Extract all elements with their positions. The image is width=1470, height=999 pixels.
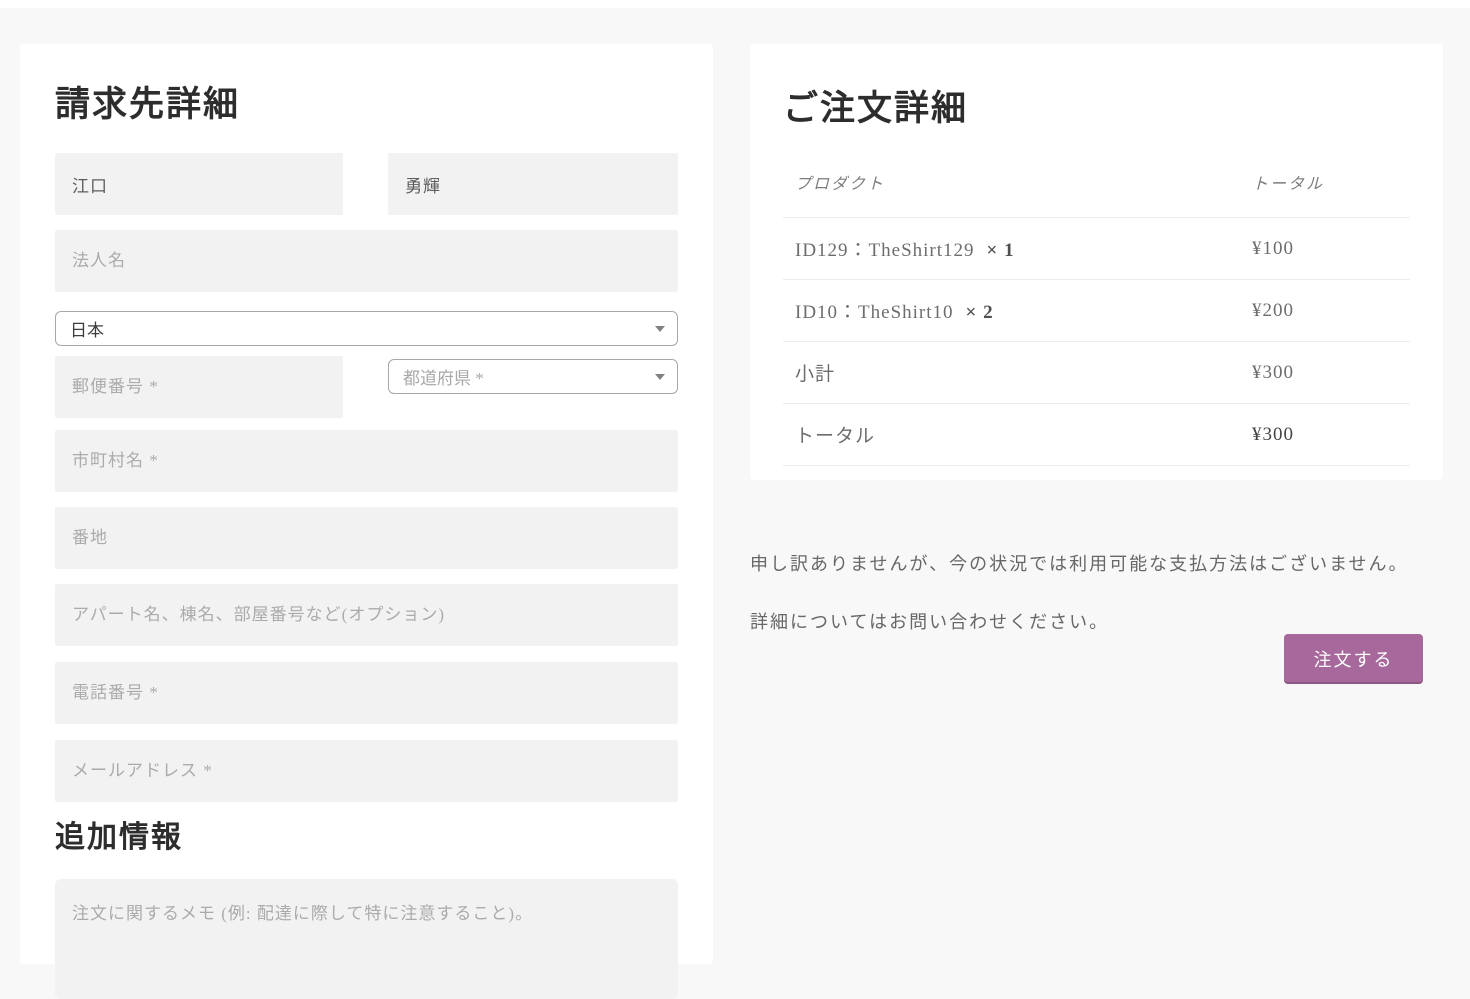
product-quantity: × 1: [987, 240, 1015, 261]
order-item-total: ¥200: [1240, 280, 1410, 342]
notice-line: 申し訳ありませんが、今の状況では利用可能な支払方法はございません。: [750, 535, 1450, 593]
subtotal-row: 小計 ¥300: [783, 342, 1410, 404]
postcode-field[interactable]: [55, 356, 343, 418]
order-item-name: ID129：TheShirt129 × 1: [783, 218, 1240, 280]
name-row: [55, 153, 678, 230]
order-table-header-row: プロダクト トータル: [783, 160, 1410, 218]
address-line2-field[interactable]: [55, 584, 678, 646]
state-select[interactable]: 都道府県 *: [388, 359, 678, 394]
order-item-row: ID10：TheShirt10 × 2 ¥200: [783, 280, 1410, 342]
chevron-down-icon: [655, 326, 665, 332]
order-item-total: ¥100: [1240, 218, 1410, 280]
product-name: ID129：TheShirt129: [795, 240, 975, 261]
billing-title: 請求先詳細: [55, 76, 678, 127]
postcode-state-row: 都道府県 *: [55, 356, 678, 430]
phone-field[interactable]: [55, 662, 678, 724]
order-item-row: ID129：TheShirt129 × 1 ¥100: [783, 218, 1410, 280]
subtotal-label: 小計: [783, 342, 1240, 404]
total-value: ¥300: [1240, 404, 1410, 466]
additional-info-title: 追加情報: [55, 812, 678, 856]
address-line1-field[interactable]: [55, 507, 678, 569]
email-field[interactable]: [55, 740, 678, 802]
order-notes-field[interactable]: [55, 879, 678, 999]
country-select-value: 日本: [70, 316, 104, 341]
order-review-card: ご注文詳細 プロダクト トータル ID129：TheShirt129 × 1 ¥1…: [750, 44, 1443, 480]
total-column-header: トータル: [1240, 160, 1410, 218]
last-name-field[interactable]: [55, 153, 343, 215]
first-name-field[interactable]: [388, 153, 678, 215]
order-title: ご注文詳細: [783, 80, 1410, 131]
state-select-placeholder: 都道府県 *: [403, 364, 484, 389]
company-field[interactable]: [55, 230, 678, 292]
billing-details-card: 請求先詳細 日本 都道府県 * 追加情報: [20, 44, 713, 964]
total-label: トータル: [783, 404, 1240, 466]
chevron-down-icon: [655, 374, 665, 380]
order-item-name: ID10：TheShirt10 × 2: [783, 280, 1240, 342]
product-column-header: プロダクト: [783, 160, 1240, 218]
product-name: ID10：TheShirt10: [795, 302, 954, 323]
product-quantity: × 2: [966, 302, 994, 323]
order-table: プロダクト トータル ID129：TheShirt129 × 1 ¥100 ID1…: [783, 160, 1410, 466]
total-row: トータル ¥300: [783, 404, 1410, 466]
city-field[interactable]: [55, 430, 678, 492]
top-strip: [0, 0, 1470, 8]
place-order-button[interactable]: 注文する: [1284, 634, 1423, 684]
country-select[interactable]: 日本: [55, 311, 678, 346]
subtotal-value: ¥300: [1240, 342, 1410, 404]
